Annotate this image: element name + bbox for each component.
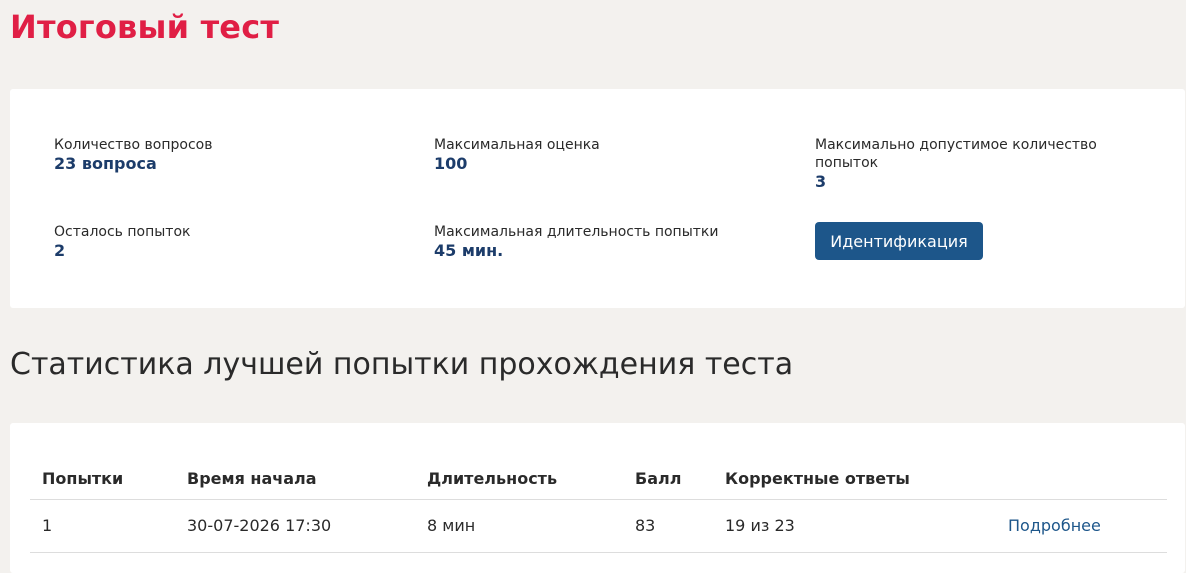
attempts-left: Осталось попыток 2 [54,223,354,261]
stats-section-title: Статистика лучшей попытки прохождения те… [10,347,794,382]
cell-score: 83 [623,499,713,553]
cell-attempt: 1 [30,499,175,553]
max-attempts: Максимально допустимое количество попыто… [815,136,1105,192]
stats-card: Попытки Время начала Длительность Балл К… [10,423,1185,573]
identification-button[interactable]: Идентификация [815,222,983,260]
cell-duration: 8 мин [415,499,623,553]
page-title: Итоговый тест [10,8,280,46]
max-duration-value: 45 мин. [434,241,504,260]
max-attempts-value: 3 [815,172,827,191]
column-header-duration: Длительность [415,458,623,500]
details-link[interactable]: Подробнее [1008,516,1101,535]
table-header-row: Попытки Время начала Длительность Балл К… [30,458,1167,500]
column-header-correct-answers: Корректные ответы [713,458,996,500]
column-header-score: Балл [623,458,713,500]
test-info-card: Количество вопросов 23 вопроса Максималь… [10,89,1185,308]
max-attempts-label: Максимально допустимое количество попыто… [815,137,1097,171]
attempts-left-value: 2 [54,241,66,260]
cell-correct-answers: 19 из 23 [713,499,996,553]
questions-count: Количество вопросов 23 вопроса [54,136,354,174]
max-score-label: Максимальная оценка [434,137,600,153]
cell-details: Подробнее [996,499,1167,553]
max-score: Максимальная оценка 100 [434,136,734,174]
questions-count-value: 23 вопроса [54,154,157,173]
max-duration: Максимальная длительность попытки 45 мин… [434,223,734,261]
table-row: 1 30-07-2026 17:30 8 мин 83 19 из 23 Под… [30,499,1167,553]
max-duration-label: Максимальная длительность попытки [434,224,719,240]
questions-count-label: Количество вопросов [54,137,213,153]
cell-start-time: 30-07-2026 17:30 [175,499,415,553]
column-header-actions [996,458,1167,500]
column-header-start-time: Время начала [175,458,415,500]
column-header-attempts: Попытки [30,458,175,500]
stats-table: Попытки Время начала Длительность Балл К… [30,458,1167,553]
attempts-left-label: Осталось попыток [54,224,191,240]
max-score-value: 100 [434,154,468,173]
